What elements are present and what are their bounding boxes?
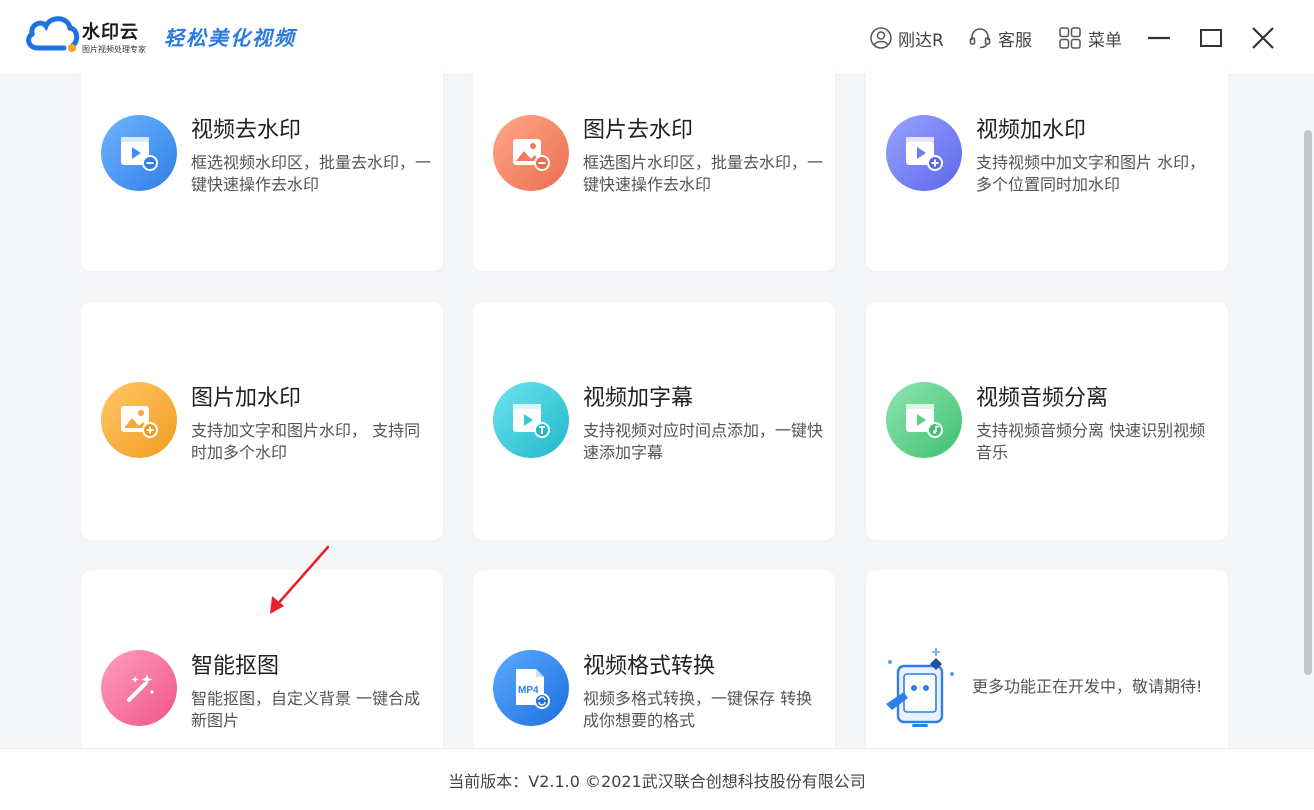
- mp4-badge-text: MP4: [518, 685, 539, 696]
- customer-service-button[interactable]: 客服: [968, 24, 1032, 52]
- card-description: 视频多格式转换，一键保存 转换成你想要的格式: [583, 689, 813, 730]
- image-remove-icon: [493, 115, 569, 191]
- slogan: 轻松美化视频: [164, 26, 296, 50]
- card-title: 视频格式转换: [583, 654, 716, 679]
- card-image-remove-watermark[interactable]: 图片去水印 框选图片水印区，批量去水印，一键快速操作去水印: [473, 60, 835, 271]
- card-description: 支持视频中加文字和图片 水印，多个位置同时加水印: [976, 153, 1206, 194]
- developing-illustration-icon: [886, 648, 954, 727]
- logo-subtitle: 图片视频处理专家: [82, 45, 146, 54]
- card-description: 支持加文字和图片水印， 支持同时加多个水印: [191, 421, 421, 462]
- footer: 当前版本：V2.1.0 ©2021武汉联合创想科技股份有限公司: [0, 748, 1314, 810]
- user-icon: [870, 27, 892, 49]
- maximize-button[interactable]: [1197, 24, 1225, 52]
- card-more-coming: 更多功能正在开发中，敬请期待!: [866, 570, 1228, 760]
- service-label: 客服: [998, 30, 1032, 51]
- maximize-icon: [1200, 29, 1222, 47]
- card-title: 智能抠图: [191, 654, 280, 679]
- card-description: 支持视频对应时间点添加，一键快速添加字幕: [583, 421, 824, 462]
- cloud-logo-icon: [26, 16, 80, 52]
- video-add-icon: [886, 115, 962, 191]
- logo-title: 水印云: [82, 22, 139, 43]
- card-video-audio-separate[interactable]: 视频音频分离 支持视频音频分离 快速识别视频音乐: [866, 302, 1228, 540]
- more-features-text: 更多功能正在开发中，敬请期待!: [972, 677, 1203, 696]
- close-button[interactable]: [1249, 24, 1277, 52]
- image-add-icon: [101, 382, 177, 458]
- card-image-add-watermark[interactable]: 图片加水印 支持加文字和图片水印， 支持同时加多个水印: [81, 302, 443, 540]
- user-account-button[interactable]: 刚达R: [870, 24, 944, 52]
- user-name: 刚达R: [898, 30, 944, 51]
- app-logo: 水印云 图片视频处理专家: [24, 14, 164, 60]
- video-audio-icon: [886, 382, 962, 458]
- card-description: 框选视频水印区，批量去水印，一键快速操作去水印: [191, 153, 432, 194]
- menu-button[interactable]: 菜单: [1058, 24, 1122, 52]
- card-title: 视频音频分离: [976, 386, 1109, 411]
- magic-wand-icon: [101, 650, 177, 726]
- card-title: 视频加水印: [976, 118, 1087, 143]
- card-description: 支持视频音频分离 快速识别视频音乐: [976, 421, 1206, 462]
- grid-menu-icon: [1059, 27, 1081, 49]
- card-description: 框选图片水印区，批量去水印，一键快速操作去水印: [583, 153, 824, 194]
- video-subtitle-icon: [493, 382, 569, 458]
- close-icon: [1252, 27, 1274, 49]
- version-copyright: 当前版本：V2.1.0 ©2021武汉联合创想科技股份有限公司: [448, 771, 866, 791]
- menu-label: 菜单: [1088, 30, 1122, 51]
- mp4-convert-icon: MP4: [493, 650, 569, 726]
- headset-icon: [969, 28, 991, 49]
- annotation-arrow-icon: [270, 545, 330, 614]
- video-remove-icon: [101, 115, 177, 191]
- card-title: 视频去水印: [191, 118, 302, 143]
- card-title: 图片加水印: [191, 386, 302, 411]
- minimize-icon: [1148, 36, 1170, 40]
- card-title: 图片去水印: [583, 118, 694, 143]
- card-description: 智能抠图，自定义背景 一键合成新图片: [191, 689, 421, 730]
- card-title: 视频加字幕: [583, 386, 694, 411]
- card-video-remove-watermark[interactable]: 视频去水印 框选视频水印区，批量去水印，一键快速操作去水印: [81, 60, 443, 271]
- card-video-format-convert[interactable]: MP4 视频格式转换 视频多格式转换，一键保存 转换成你想要的格式: [473, 570, 835, 760]
- card-video-subtitle[interactable]: 视频加字幕 支持视频对应时间点添加，一键快速添加字幕: [473, 302, 835, 540]
- minimize-button[interactable]: [1145, 24, 1173, 52]
- card-video-add-watermark[interactable]: 视频加水印 支持视频中加文字和图片 水印，多个位置同时加水印: [866, 60, 1228, 271]
- vertical-scrollbar[interactable]: [1304, 130, 1312, 675]
